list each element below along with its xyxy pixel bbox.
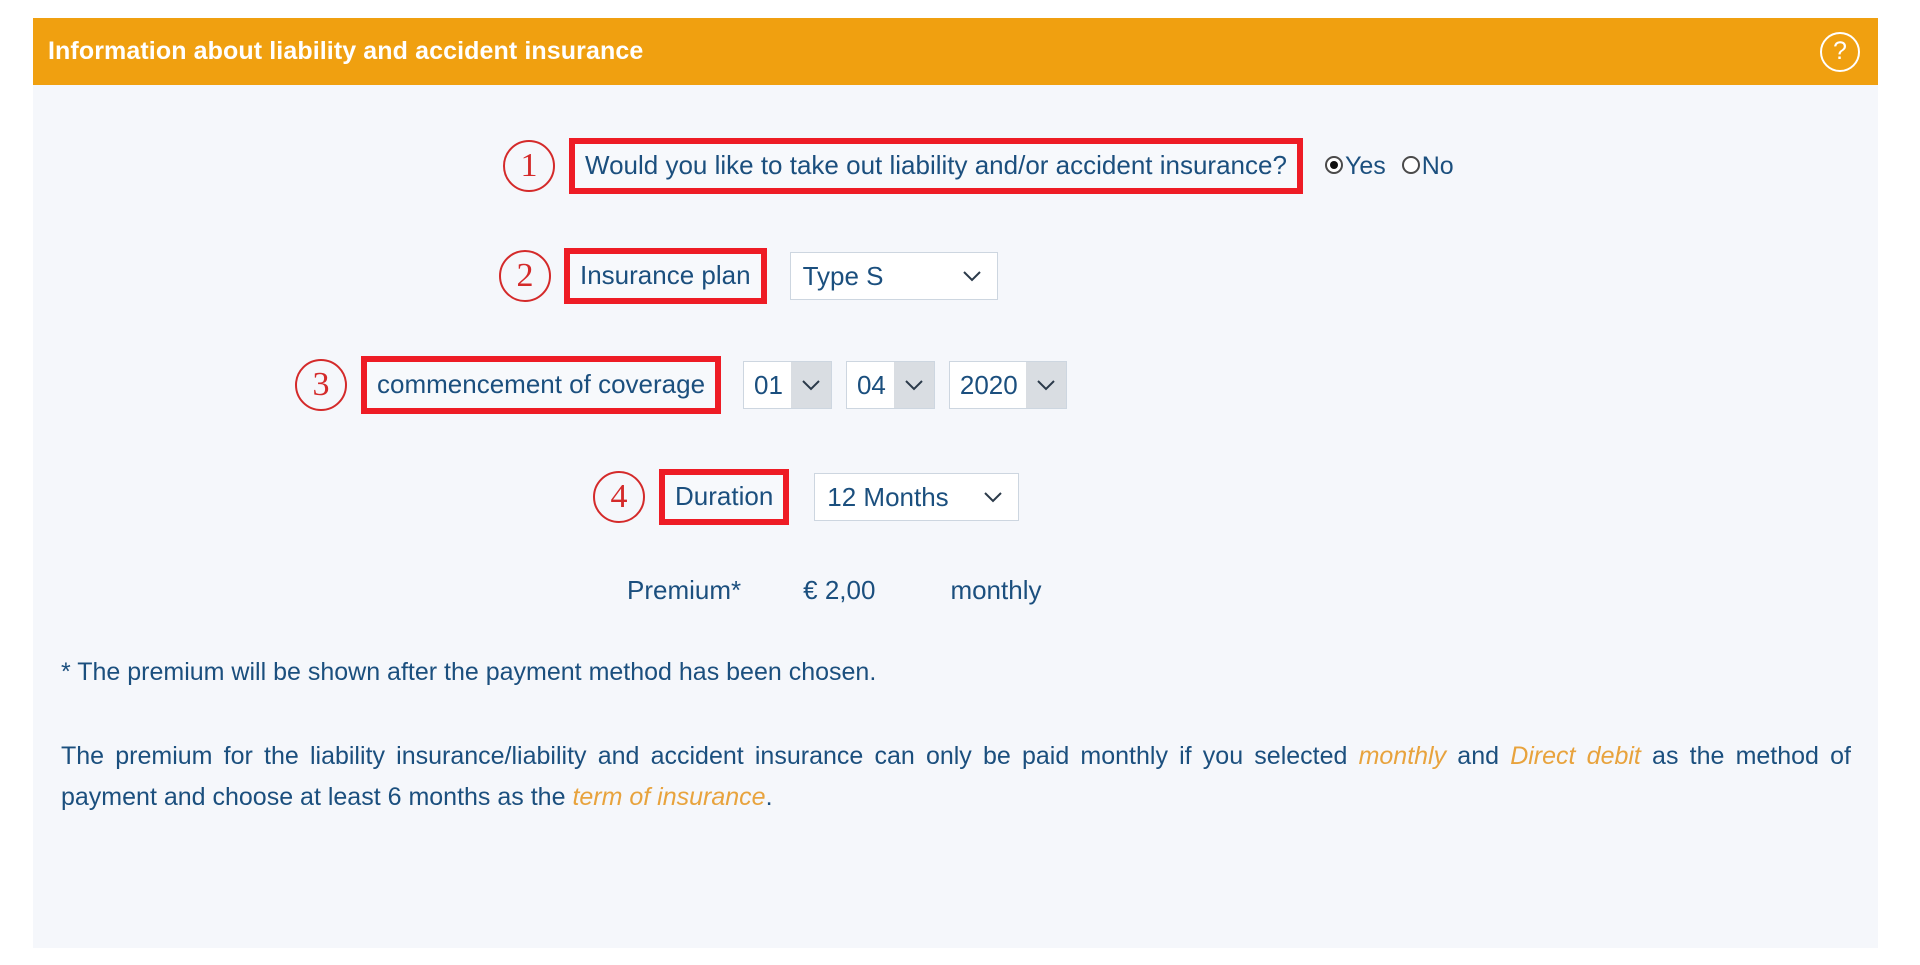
select-coverage-day-value: 01 [744,362,791,408]
label-duration: Duration [659,469,790,525]
chevron-down-icon[interactable] [790,362,831,408]
premium-row: Premium* € 2,00 monthly [627,575,1041,606]
annotation-marker-1: 1 [503,140,555,192]
select-duration[interactable]: 12 Months [814,473,1020,521]
select-coverage-day[interactable]: 01 [743,361,832,409]
chevron-down-icon[interactable] [1025,362,1066,408]
radio-no-label: No [1421,151,1454,180]
label-insurance-plan: Insurance plan [564,248,767,304]
paragraph-part-2: and [1446,742,1511,770]
page-title: Information about liability and accident… [48,37,644,65]
paragraph-part-4: . [765,782,773,811]
radio-option-no[interactable]: No [1401,151,1454,180]
premium-label: Premium* [627,575,742,605]
help-icon-container: ? [1820,31,1878,72]
select-coverage-month[interactable]: 04 [845,361,935,409]
select-coverage-year[interactable]: 2020 [948,361,1067,409]
select-insurance-plan[interactable]: Type S [789,252,998,300]
select-coverage-year-value: 2020 [949,362,1026,408]
panel-header: Information about liability and accident… [33,18,1878,85]
row-insurance-question: 1 Would you like to take out liability a… [503,138,1454,194]
annotation-marker-3: 3 [295,359,347,411]
premium-interval: monthly [950,575,1042,605]
radio-group-insurance: Yes No [1324,151,1454,180]
annotation-marker-2: 2 [499,250,551,302]
select-coverage-month-value: 04 [846,362,894,408]
payment-terms-paragraph: The premium for the liability insurance/… [61,736,1851,818]
chevron-down-icon [984,491,1002,503]
row-commencement-of-coverage: 3 commencement of coverage 01 04 2020 [295,356,1067,414]
paragraph-part-1: The premium for the liability insurance/… [61,742,1359,770]
paragraph-emphasis-direct-debit: Direct debit [1510,742,1641,770]
page-root: Information about liability and accident… [0,0,1920,965]
row-insurance-plan: 2 Insurance plan Type S [499,248,998,304]
paragraph-emphasis-monthly: monthly [1358,742,1447,770]
radio-option-yes[interactable]: Yes [1324,151,1386,180]
premium-footnote: * The premium will be shown after the pa… [61,658,877,686]
paragraph-emphasis-term-of-insurance: term of insurance [572,782,766,811]
insurance-panel: Information about liability and accident… [33,18,1878,948]
label-insurance-question: Would you like to take out liability and… [569,138,1303,194]
select-insurance-plan-value: Type S [802,260,884,291]
annotation-marker-4: 4 [593,471,645,523]
premium-amount: € 2,00 [803,575,876,605]
radio-no-dot[interactable] [1401,155,1420,174]
row-duration: 4 Duration 12 Months [593,469,1020,525]
radio-yes-dot[interactable] [1324,155,1343,174]
radio-yes-label: Yes [1344,151,1386,180]
chevron-down-icon[interactable] [893,362,934,408]
chevron-down-icon [962,270,981,282]
label-commencement-of-coverage: commencement of coverage [361,356,722,414]
select-duration-value: 12 Months [827,481,949,512]
question-mark-circle-icon[interactable]: ? [1820,31,1860,72]
form-body: 1 Would you like to take out liability a… [33,85,1878,948]
